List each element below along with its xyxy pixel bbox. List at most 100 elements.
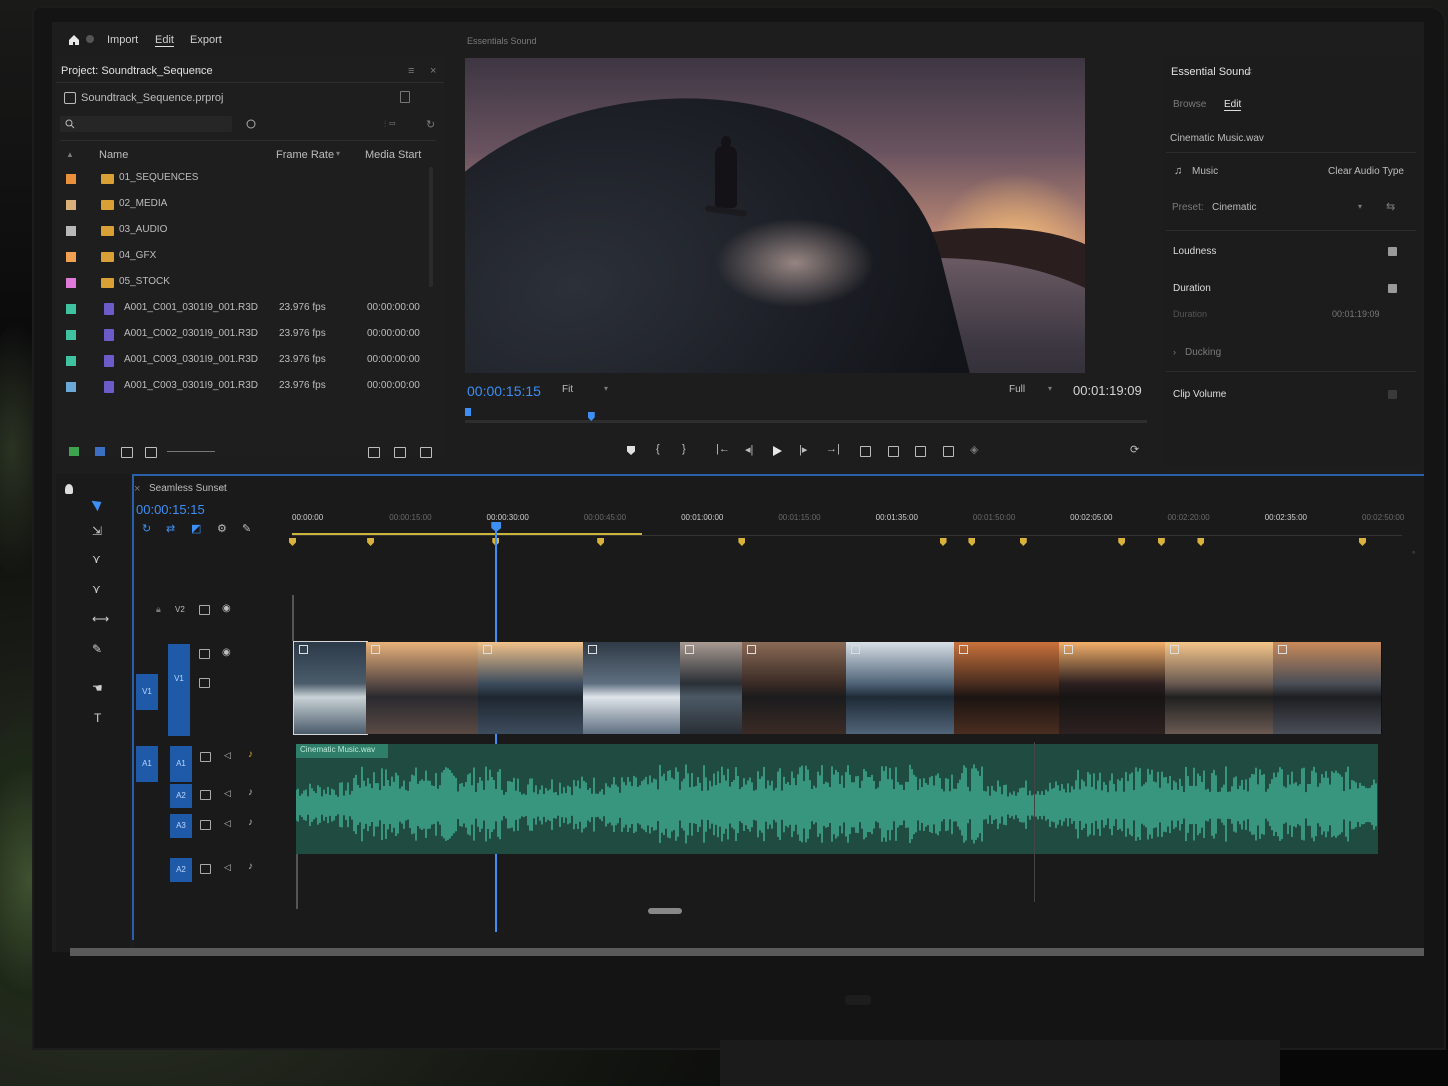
timeline-tab-title[interactable]: Seamless Sunset <box>149 483 227 494</box>
freeform-icon[interactable] <box>145 447 157 458</box>
timeline-marker[interactable] <box>738 538 746 546</box>
trash-icon[interactable] <box>420 447 432 458</box>
track-v1-sync-lock[interactable] <box>199 678 210 688</box>
chevron-down-icon[interactable]: ▾ <box>1048 384 1052 393</box>
chevron-down-icon[interactable]: ▾ <box>604 384 608 393</box>
timeline-marker[interactable] <box>968 538 976 546</box>
wrench-icon[interactable]: ✎ <box>242 522 251 535</box>
extract-icon[interactable] <box>943 446 954 457</box>
project-item-name[interactable]: A001_C001_0301I9_001.R3D <box>124 302 258 313</box>
close-icon[interactable]: × <box>430 65 436 77</box>
timeline-marker[interactable] <box>367 538 375 546</box>
program-playhead[interactable] <box>587 412 595 421</box>
track-mute-button[interactable] <box>200 752 211 762</box>
menu-import[interactable]: Import <box>107 34 138 46</box>
workspace-icon[interactable] <box>86 35 94 43</box>
mic-icon[interactable]: ♪ <box>248 861 253 872</box>
step-forward-icon[interactable]: |▸ <box>799 443 807 456</box>
video-clip[interactable] <box>846 642 955 734</box>
speaker-icon[interactable]: ◁ <box>224 862 231 873</box>
track-mute-button[interactable] <box>200 820 211 830</box>
hand-tool-icon[interactable]: ☚ <box>92 682 104 694</box>
project-tab-title[interactable]: Project: Soundtrack_Sequence <box>61 65 213 77</box>
step-back-icon[interactable]: ◂| <box>745 443 753 456</box>
snap-icon[interactable]: ↻ <box>142 522 151 535</box>
timeline-ruler[interactable]: 00:00:00 00:00:15:00 00:00:30:00 00:00:45:0… <box>289 508 1404 548</box>
search-input[interactable] <box>60 116 232 132</box>
source-patch-a1[interactable]: A1 <box>136 746 158 782</box>
mark-in-icon[interactable]: { <box>656 443 660 455</box>
eye-icon[interactable]: ◉ <box>222 603 231 614</box>
timeline-marker[interactable] <box>1118 538 1126 546</box>
mic-icon[interactable]: ♪ <box>248 749 253 760</box>
chevron-right-icon[interactable]: › <box>1173 347 1176 357</box>
label-color-swatch[interactable] <box>66 278 76 288</box>
duration-value[interactable]: 00:01:19:09 <box>1332 309 1380 319</box>
loop-icon[interactable]: ⟳ <box>1130 443 1139 456</box>
mic-icon[interactable]: ♪ <box>248 787 253 798</box>
icon-view-icon[interactable] <box>121 447 133 458</box>
project-item-name[interactable]: 03_AUDIO <box>119 224 167 235</box>
col-frame-rate[interactable]: Frame Rate <box>276 149 334 161</box>
in-point-marker[interactable] <box>465 408 471 416</box>
track-mute-button[interactable] <box>200 864 211 874</box>
duration-checkbox[interactable] <box>1388 284 1397 293</box>
timeline-marker[interactable] <box>1197 538 1205 546</box>
panel-menu-icon[interactable]: ≡ <box>408 65 414 77</box>
menu-export[interactable]: Export <box>190 34 222 46</box>
lock-icon[interactable] <box>400 91 410 103</box>
track-v1-toggle-output[interactable] <box>199 649 210 659</box>
camera-icon[interactable]: ◈ <box>970 443 978 456</box>
track-v1-label[interactable]: V1 <box>168 644 190 736</box>
work-area-bar[interactable] <box>292 533 642 535</box>
items-icon[interactable]: ⫶ ▭ <box>384 119 396 130</box>
refresh-icon[interactable]: ↻ <box>426 118 435 131</box>
list-view-icon[interactable] <box>95 447 105 456</box>
mark-out-icon[interactable]: } <box>682 443 686 455</box>
speaker-icon[interactable]: ◁ <box>224 818 231 829</box>
speaker-icon[interactable]: ◁ <box>224 788 231 799</box>
video-clip[interactable] <box>478 642 584 734</box>
timeline-marker[interactable] <box>1359 538 1366 546</box>
scrollbar[interactable] <box>429 167 433 287</box>
program-current-time[interactable]: 00:00:15:15 <box>467 383 541 399</box>
track-select-icon[interactable]: ⇲ <box>92 525 104 537</box>
track-v2-toggle-output[interactable] <box>199 605 210 615</box>
loudness-checkbox[interactable] <box>1388 247 1397 256</box>
add-marker-icon[interactable]: ◩ <box>191 522 201 535</box>
source-patch-v1[interactable]: V1 <box>136 674 158 710</box>
video-clip[interactable] <box>1273 642 1382 734</box>
label-color-swatch[interactable] <box>66 200 76 210</box>
audio-clip[interactable]: Cinematic Music.wav <box>296 744 1378 854</box>
project-item-name[interactable]: 02_MEDIA <box>119 198 167 209</box>
video-clip[interactable] <box>366 642 479 734</box>
overwrite-icon[interactable] <box>888 446 899 457</box>
label-color-swatch[interactable] <box>66 252 76 262</box>
settings-icon[interactable]: ⚙ <box>217 522 227 535</box>
go-to-in-icon[interactable]: |← <box>716 443 730 455</box>
project-item-name[interactable]: A001_C002_0301I9_001.R3D <box>124 328 258 339</box>
speaker-icon[interactable]: ◁ <box>224 750 231 761</box>
video-clip[interactable] <box>293 641 368 735</box>
project-item-name[interactable]: A001_C003_0301I9_001.R3D <box>124 380 258 391</box>
tab-browse[interactable]: Browse <box>1173 99 1206 110</box>
label-color-swatch[interactable] <box>66 382 76 392</box>
label-color-swatch[interactable] <box>66 174 76 184</box>
program-tab-title[interactable]: Essentials Sound <box>467 36 537 46</box>
menu-edit[interactable]: Edit <box>155 34 174 47</box>
clip-volume-checkbox[interactable] <box>1388 390 1397 399</box>
preset-select[interactable]: Cinematic <box>1212 202 1256 213</box>
razor-icon[interactable]: ⋎ <box>92 583 104 595</box>
new-bin-icon[interactable] <box>69 447 79 456</box>
video-clip[interactable] <box>742 642 847 734</box>
save-preset-icon[interactable]: ⇆ <box>1386 200 1395 213</box>
ripple-edit-icon[interactable]: ⋎ <box>92 553 104 565</box>
video-clip[interactable] <box>1059 642 1166 734</box>
ducking-label[interactable]: Ducking <box>1185 347 1221 358</box>
find-icon[interactable] <box>246 119 257 130</box>
close-icon[interactable]: × <box>219 483 225 495</box>
timeline-marker[interactable] <box>939 538 947 546</box>
label-color-swatch[interactable] <box>66 226 76 236</box>
col-name[interactable]: Name <box>99 149 128 161</box>
slip-icon[interactable]: ⟷ <box>92 613 109 625</box>
